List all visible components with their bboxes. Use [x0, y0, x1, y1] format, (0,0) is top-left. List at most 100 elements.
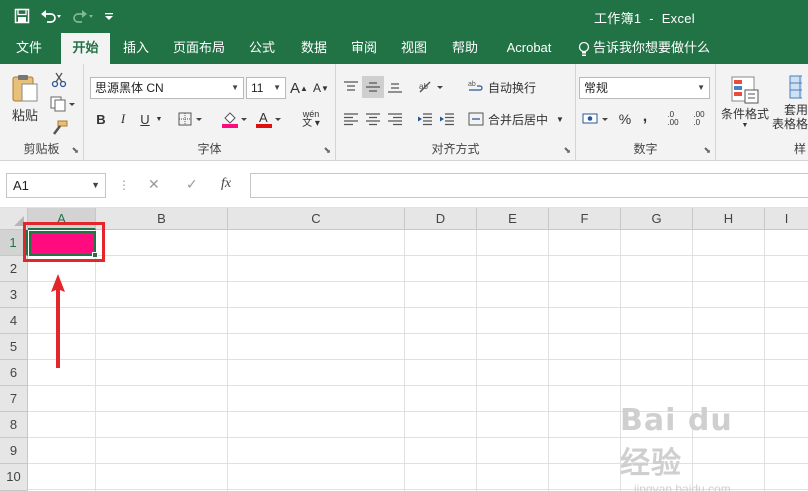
alignment-group-label: 对齐方式	[431, 142, 480, 156]
insert-function-icon[interactable]: fx	[221, 176, 231, 192]
row-header-7[interactable]: 7	[0, 386, 28, 412]
column-header-d[interactable]: D	[405, 208, 477, 230]
tab-page-layout[interactable]: 页面布局	[166, 33, 232, 64]
column-header-e[interactable]: E	[477, 208, 549, 230]
column-header-b[interactable]: B	[96, 208, 228, 230]
decrease-decimal-button[interactable]: .00 .0	[688, 108, 710, 130]
cancel-icon[interactable]: ✕	[148, 176, 160, 193]
copy-icon[interactable]	[48, 94, 78, 114]
name-box[interactable]: A1 ▼	[6, 173, 106, 198]
align-middle-icon[interactable]	[362, 76, 384, 98]
tell-me-box[interactable]: 告诉我你想要做什么	[578, 33, 710, 64]
align-right-icon[interactable]	[384, 108, 406, 130]
row-header-8[interactable]: 8	[0, 412, 28, 438]
row-header-10[interactable]: 10	[0, 464, 28, 491]
watermark-logo: Bai du 经验	[620, 403, 733, 481]
row-header-5[interactable]: 5	[0, 334, 28, 360]
row-header-6[interactable]: 6	[0, 360, 28, 386]
customize-qat-icon[interactable]	[104, 10, 114, 22]
decrease-indent-icon[interactable]	[414, 108, 436, 130]
fill-color-button[interactable]	[220, 109, 250, 129]
merge-center-label: 合并后居中	[488, 112, 549, 127]
svg-text:ab: ab	[419, 82, 428, 91]
alignment-launcher-icon[interactable]: ⬊	[563, 145, 571, 156]
phonetic-button[interactable]: wén 文 ▾	[296, 107, 326, 131]
grow-font-button[interactable]: A ▲	[290, 78, 308, 98]
italic-button[interactable]: I	[114, 109, 132, 129]
align-top-icon[interactable]	[340, 76, 362, 98]
comma-button[interactable]: ,	[636, 106, 654, 128]
underline-button[interactable]: U	[136, 109, 154, 129]
format-as-table-icon	[772, 73, 802, 103]
formula-input[interactable]	[250, 173, 808, 198]
column-header-c[interactable]: C	[228, 208, 405, 230]
orientation-icon[interactable]: ab	[416, 76, 446, 98]
row-header-9[interactable]: 9	[0, 438, 28, 464]
row-header-3[interactable]: 3	[0, 282, 28, 308]
save-icon[interactable]	[14, 8, 30, 24]
tab-home[interactable]: 开始	[61, 33, 110, 64]
accounting-format-icon[interactable]	[580, 108, 614, 130]
number-launcher-icon[interactable]: ⬊	[703, 145, 711, 156]
conditional-format-button[interactable]: 条件格式 ▼	[718, 70, 772, 134]
wrap-text-icon: ab	[468, 79, 484, 95]
row-header-4[interactable]: 4	[0, 308, 28, 334]
font-size-value: 11	[251, 81, 264, 95]
chevron-down-icon: ▼	[91, 180, 100, 190]
column-header-h[interactable]: H	[693, 208, 765, 230]
gridline	[95, 230, 96, 491]
format-painter-icon[interactable]	[48, 118, 70, 138]
gridline	[548, 230, 549, 491]
watermark: Bai du 经验 jingyan.baidu.com	[620, 403, 770, 491]
font-name-value: 思源黑体 CN	[95, 81, 164, 95]
redo-icon[interactable]	[72, 8, 94, 24]
styles-group: 条件格式 ▼ 套用 表格格 样	[716, 64, 808, 161]
gridline	[28, 333, 808, 334]
tab-help[interactable]: 帮助	[443, 33, 487, 64]
percent-button[interactable]: %	[616, 108, 634, 130]
ribbon: 粘贴 剪贴板 ⬊ 思源黑体 CN ▼ 11 ▼ A▲ A▼ B I U ▼	[0, 64, 808, 161]
font-launcher-icon[interactable]: ⬊	[323, 145, 331, 156]
tab-acrobat[interactable]: Acrobat	[498, 33, 560, 64]
font-name-combo[interactable]: 思源黑体 CN ▼	[90, 77, 244, 99]
borders-button[interactable]	[176, 109, 206, 129]
tab-insert[interactable]: 插入	[114, 33, 158, 64]
tab-file[interactable]: 文件	[5, 33, 53, 64]
underline-dropdown-icon[interactable]: ▼	[154, 109, 164, 129]
undo-icon[interactable]	[40, 8, 62, 24]
gridline	[227, 230, 228, 491]
chevron-down-icon: ▼	[697, 83, 705, 92]
tab-review[interactable]: 审阅	[342, 33, 386, 64]
format-as-table-button[interactable]: 套用 表格格	[772, 70, 808, 134]
clipboard-launcher-icon[interactable]: ⬊	[71, 145, 79, 156]
number-format-combo[interactable]: 常规 ▼	[579, 77, 710, 99]
paste-button[interactable]: 粘贴	[8, 70, 42, 126]
tab-formulas[interactable]: 公式	[240, 33, 284, 64]
bold-button[interactable]: B	[92, 109, 110, 129]
formula-bar-grip-icon[interactable]: ⋮	[118, 178, 130, 192]
align-center-icon[interactable]	[362, 108, 384, 130]
gridline	[28, 307, 808, 308]
wrap-text-button[interactable]: ab 自动换行	[468, 76, 540, 98]
tab-data[interactable]: 数据	[292, 33, 336, 64]
phonetic-icon: 文 ▾	[302, 118, 320, 129]
tab-view[interactable]: 视图	[392, 33, 436, 64]
font-size-combo[interactable]: 11 ▼	[246, 77, 286, 99]
font-color-button[interactable]: A	[254, 109, 284, 129]
align-bottom-icon[interactable]	[384, 76, 406, 98]
increase-indent-icon[interactable]	[436, 108, 458, 130]
increase-decimal-button[interactable]: .0 .00	[662, 108, 684, 130]
wrap-text-label: 自动换行	[488, 80, 537, 95]
number-group: 常规 ▼ % , .0 .00 .00 .0 数字 ⬊	[576, 64, 716, 161]
merge-center-button[interactable]: 合并后居中 ▼	[468, 108, 568, 130]
number-group-label: 数字	[633, 142, 658, 156]
column-header-i[interactable]: I	[765, 208, 808, 230]
chevron-down-icon: ▼	[273, 83, 281, 92]
grow-font-icon: A	[290, 79, 301, 97]
cut-icon[interactable]	[48, 70, 70, 90]
align-left-icon[interactable]	[340, 108, 362, 130]
shrink-font-button[interactable]: A ▼	[312, 78, 330, 98]
column-header-g[interactable]: G	[621, 208, 693, 230]
column-header-f[interactable]: F	[549, 208, 621, 230]
enter-icon[interactable]: ✓	[186, 176, 198, 193]
